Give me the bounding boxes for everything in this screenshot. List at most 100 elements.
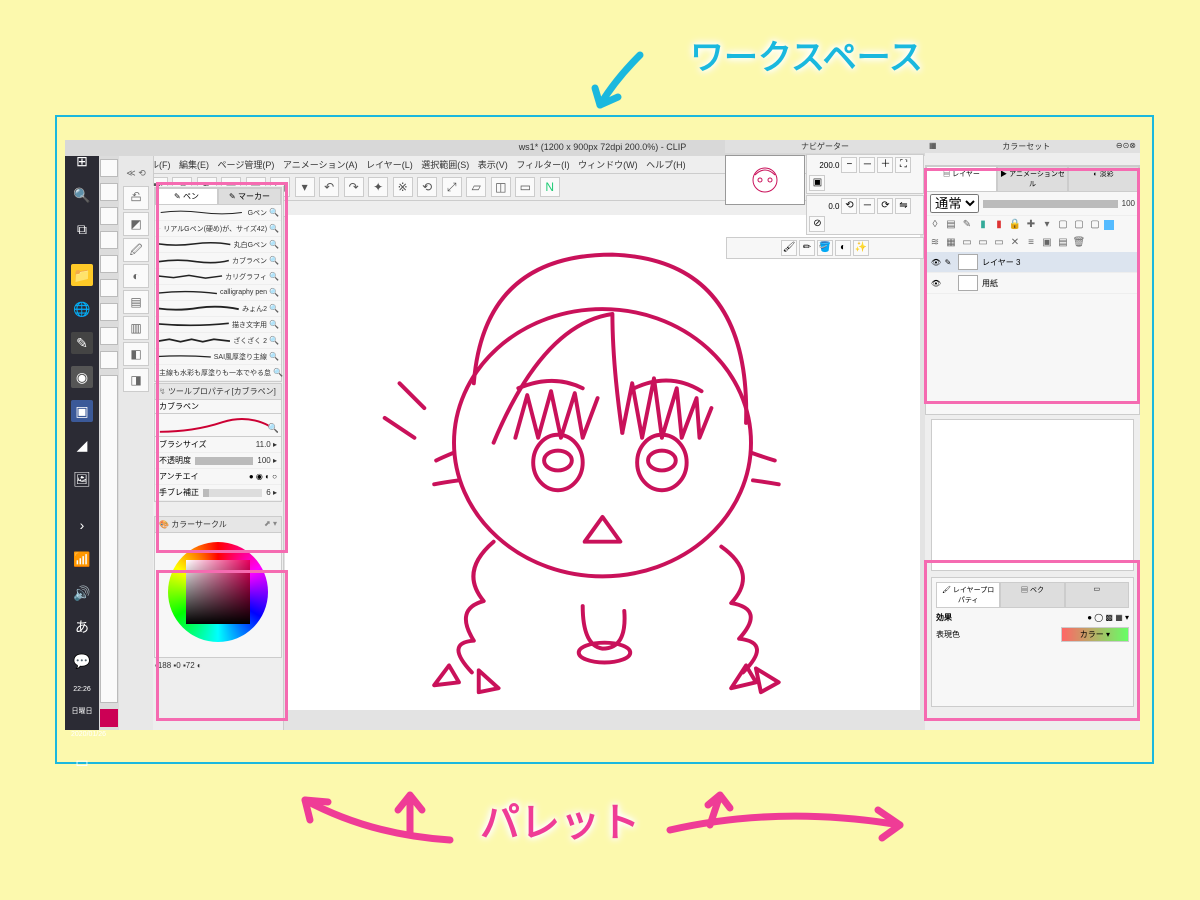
effect-icons[interactable]: ● ◯ ▩ ▦ ▾ [1087, 613, 1129, 622]
strip-item[interactable] [100, 327, 118, 345]
taskview-icon[interactable]: ⧉ [71, 218, 93, 240]
strip-item[interactable] [100, 255, 118, 273]
tab-pen[interactable]: ✎ ペン [155, 188, 218, 205]
tb-icon[interactable]: N [540, 177, 560, 197]
strip-item[interactable] [100, 159, 118, 177]
brush-item[interactable]: SAI風厚塗り主線🔍 [155, 349, 281, 365]
strip-item[interactable] [100, 279, 118, 297]
tray-up-icon[interactable]: › [71, 514, 93, 536]
col2-item[interactable]: ▭ [123, 186, 149, 210]
menu-layer[interactable]: レイヤー(L) [366, 160, 413, 170]
zoom-in-icon[interactable]: ＋ [877, 157, 893, 173]
menu-edit[interactable]: 編集(E) [179, 160, 209, 170]
zoom-slider-icon[interactable]: ─ [859, 157, 875, 173]
col2-item[interactable]: ◐ [123, 264, 149, 288]
clipstudio-icon[interactable]: ✎ [71, 332, 93, 354]
flip-h-icon[interactable]: ⇋ [895, 198, 911, 214]
zoom-out-icon[interactable]: − [841, 157, 857, 173]
col2-item[interactable]: ◨ [123, 368, 149, 392]
brush-item[interactable]: ざくざく 2🔍 [155, 333, 281, 349]
eraser-icon[interactable]: ◢ [71, 434, 93, 456]
clock-date: 2020/01/26 [71, 731, 93, 739]
strip-item[interactable] [100, 351, 118, 369]
reset-icon[interactable]: ⊘ [809, 216, 825, 232]
photos-icon[interactable]: 🖼 [71, 468, 93, 490]
brush-item[interactable]: カブラペン🔍 [155, 253, 281, 269]
app-icon[interactable]: ◉ [71, 366, 93, 388]
tb-icon[interactable]: ▭ [515, 177, 535, 197]
strip-item[interactable] [100, 207, 118, 225]
brush-item[interactable]: 丸白Gペン🔍 [155, 237, 281, 253]
tb-icon[interactable]: ⟲ [417, 177, 437, 197]
tb-icon[interactable]: ✦ [368, 177, 388, 197]
brush-item[interactable]: カリグラフィ🔍 [155, 269, 281, 285]
chrome-icon[interactable]: 🌐 [71, 298, 93, 320]
strip-item[interactable] [100, 303, 118, 321]
tb-icon[interactable]: ▱ [466, 177, 486, 197]
menu-filter[interactable]: フィルター(I) [516, 160, 569, 170]
menu-selection[interactable]: 選択範囲(S) [421, 160, 469, 170]
tab-extra[interactable]: ▭ [1065, 582, 1129, 608]
search-icon[interactable]: 🔍 [71, 184, 93, 206]
tab-vector[interactable]: ▤ ベク [1000, 582, 1064, 608]
expr-value[interactable]: カラー [1080, 630, 1104, 639]
windows-taskbar: ⊞ 🔍 ⧉ 📁 🌐 ✎ ◉ ▣ ◢ 🖼 › 📶 🔊 あ 💬 22:26 日曜日 … [65, 140, 99, 730]
rtool-brush-icon[interactable]: 🖌 [781, 240, 797, 256]
tb-undo-icon[interactable]: ↶ [319, 177, 339, 197]
rtool-tone-icon[interactable]: ◐ [835, 240, 851, 256]
tab-layer[interactable]: ▤ レイヤー [926, 166, 997, 192]
rtool-effect-icon[interactable]: ✨ [853, 240, 869, 256]
col2-item[interactable]: ◧ [123, 342, 149, 366]
strip-item[interactable] [100, 231, 118, 249]
menu-help[interactable]: ヘルプ(H) [646, 160, 686, 170]
wifi-icon[interactable]: 📶 [71, 548, 93, 570]
col2-item[interactable]: ◩ [123, 212, 149, 236]
rtool-bucket-icon[interactable]: 🪣 [817, 240, 833, 256]
volume-icon[interactable]: 🔊 [71, 582, 93, 604]
tab-anim-cel[interactable]: ▶ アニメーションセル [997, 166, 1068, 192]
ime-icon[interactable]: あ [71, 616, 93, 638]
blend-mode-select[interactable]: 通常 [930, 194, 979, 213]
foreground-color-swatch[interactable] [100, 709, 118, 727]
tb-icon[interactable]: ▾ [295, 177, 315, 197]
colorset-controls[interactable]: ⊖⊙⊗ [1116, 141, 1136, 152]
sv-square[interactable] [186, 560, 250, 624]
explorer-icon[interactable]: 📁 [71, 264, 93, 286]
brush-item[interactable]: リアルGペン(硬め)が、サイズ42)🔍 [155, 221, 281, 237]
brush-item[interactable]: 描き文字用🔍 [155, 317, 281, 333]
action-center-icon[interactable]: ▭ [71, 751, 93, 773]
brush-item[interactable]: Gペン🔍 [155, 205, 281, 221]
navigator-thumb[interactable] [725, 155, 805, 205]
tab-marker[interactable]: ✎ マーカー [218, 188, 281, 205]
canvas[interactable] [285, 215, 920, 710]
col2-item[interactable]: ▥ [123, 316, 149, 340]
tb-icon[interactable]: ※ [393, 177, 413, 197]
rtool-pencil-icon[interactable]: ✏ [799, 240, 815, 256]
fit-icon[interactable]: ⛶ [895, 157, 911, 173]
rotate-ccw-icon[interactable]: ⟲ [841, 198, 857, 214]
app2-icon[interactable]: ▣ [71, 400, 93, 422]
hue-ring[interactable] [168, 542, 268, 642]
strip-item[interactable] [100, 183, 118, 201]
layer-row[interactable]: 👁用紙 [926, 273, 1139, 294]
menu-window[interactable]: ウィンドウ(W) [578, 160, 638, 170]
rotate-slider-icon[interactable]: ─ [859, 198, 875, 214]
tb-icon[interactable]: ⤢ [442, 177, 462, 197]
layer-row[interactable]: 👁✎レイヤー 3 [926, 252, 1139, 273]
tab-layerprop[interactable]: 🖌 レイヤープロパティ [936, 582, 1000, 608]
notification-icon[interactable]: 💬 [71, 650, 93, 672]
tb-icon[interactable]: ◫ [491, 177, 511, 197]
menu-animation[interactable]: アニメーション(A) [283, 160, 358, 170]
menu-view[interactable]: 表示(V) [478, 160, 508, 170]
col2-item[interactable]: ▤ [123, 290, 149, 314]
zoom-100-icon[interactable]: ▣ [809, 175, 825, 191]
app-window: ⊞ 🔍 ⧉ 📁 🌐 ✎ ◉ ▣ ◢ 🖼 › 📶 🔊 あ 💬 22:26 日曜日 … [65, 140, 1140, 730]
tb-redo-icon[interactable]: ↷ [344, 177, 364, 197]
brush-item[interactable]: みょん2🔍 [155, 301, 281, 317]
rotate-cw-icon[interactable]: ⟳ [877, 198, 893, 214]
tab-light[interactable]: ◐ 淡彩 [1068, 166, 1139, 192]
col2-item[interactable]: 🖉 [123, 238, 149, 262]
brush-item[interactable]: 主線も水彩も厚塗りも一本でやる怠🔍 [155, 365, 281, 381]
menu-page[interactable]: ページ管理(P) [218, 160, 275, 170]
brush-item[interactable]: calligraphy pen🔍 [155, 285, 281, 301]
